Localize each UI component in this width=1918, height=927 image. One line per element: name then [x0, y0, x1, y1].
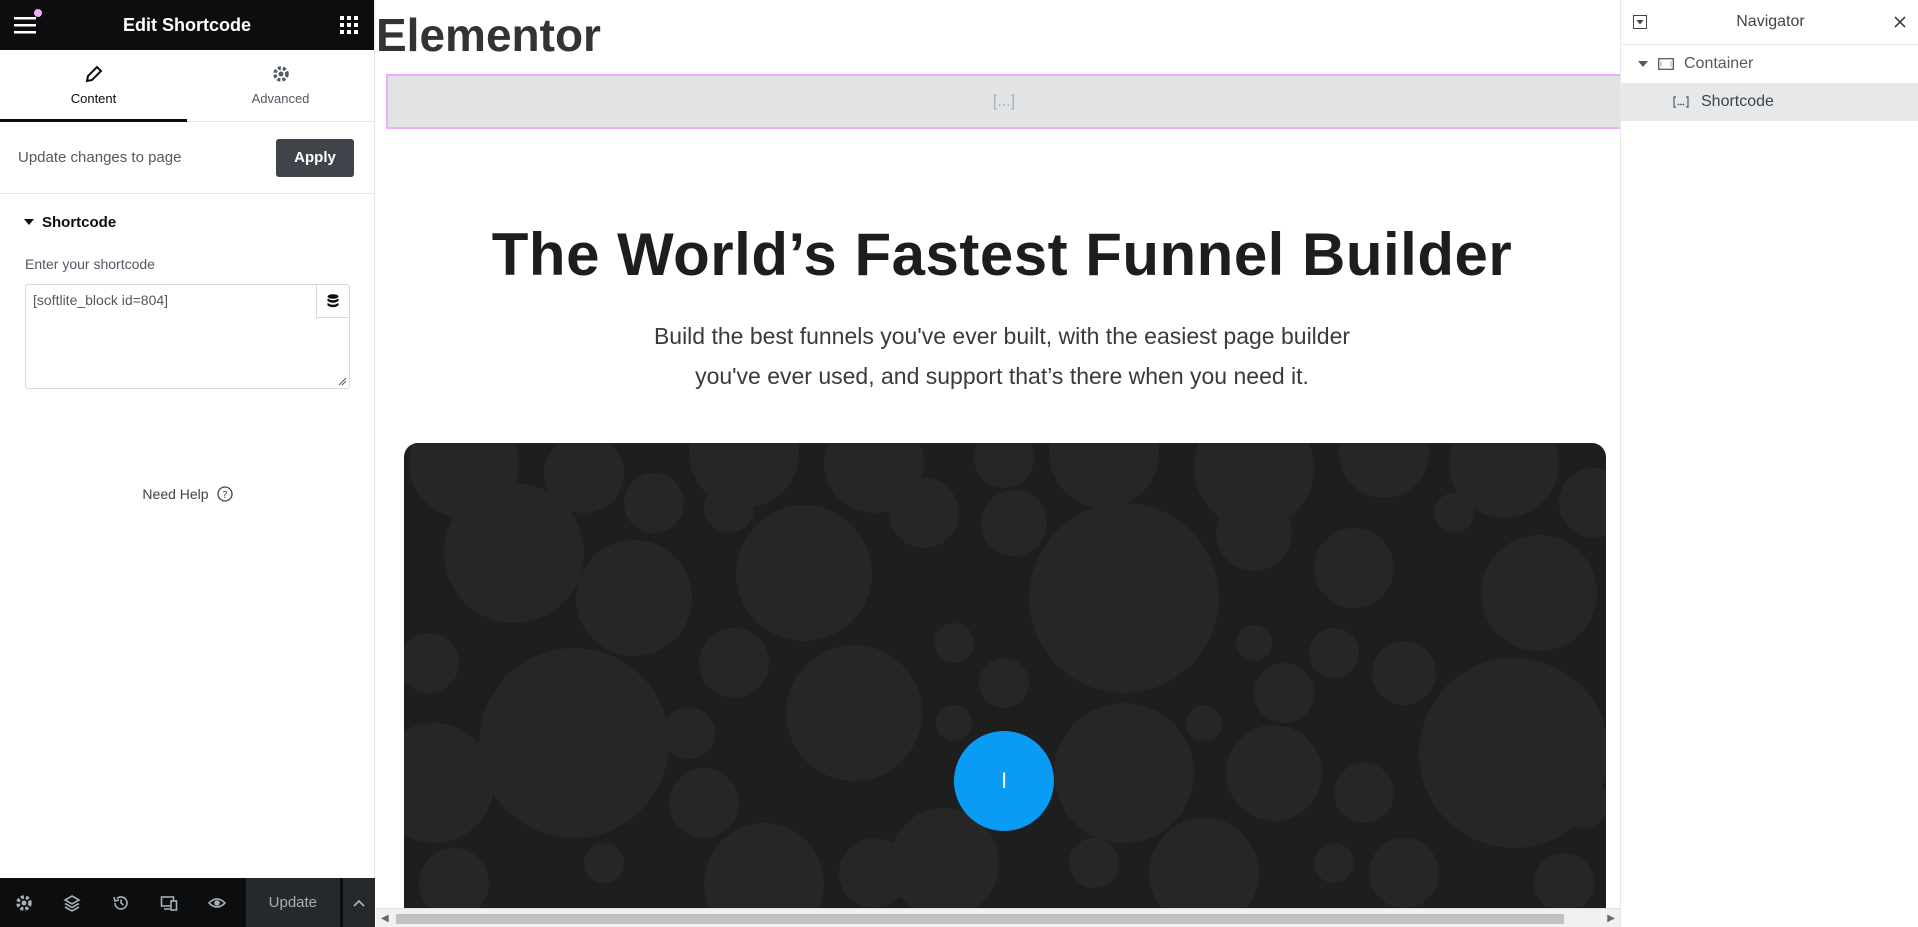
gear-icon — [272, 66, 289, 82]
hamburger-icon — [14, 17, 36, 34]
need-help-link[interactable]: Need Help ? — [0, 486, 375, 502]
panel-footer: Update — [0, 878, 376, 927]
preview-eye-icon — [207, 897, 226, 908]
history-button[interactable] — [96, 878, 144, 927]
caret-down-icon — [24, 219, 34, 225]
dynamic-tags-button[interactable] — [316, 285, 349, 318]
layers-icon — [63, 894, 81, 912]
shortcode-field-label: Enter your shortcode — [25, 256, 155, 272]
close-icon[interactable] — [1894, 16, 1906, 28]
hero-subheading[interactable]: Build the best funnels you've ever built… — [376, 316, 1620, 396]
shortcode-textarea[interactable]: [softlite_block id=804] — [25, 284, 350, 389]
navigator-item-container-label: Container — [1684, 55, 1754, 72]
shortcode-section-toggle[interactable]: Shortcode — [0, 194, 374, 250]
scrollbar-thumb[interactable] — [396, 914, 1564, 924]
widgets-grid-button[interactable] — [336, 12, 362, 38]
collapse-all-icon[interactable] — [1633, 15, 1647, 29]
resize-handle-icon[interactable] — [338, 377, 347, 386]
pencil-icon — [85, 65, 102, 83]
panel-tabs: Content Advanced — [0, 50, 374, 122]
shortcode-value: [softlite_block id=804] — [33, 292, 169, 308]
shortcode-icon — [1673, 96, 1689, 108]
site-title[interactable]: Elementor — [376, 8, 601, 62]
navigator-item-container[interactable]: Container — [1621, 45, 1918, 83]
settings-icon — [16, 894, 32, 911]
chevron-up-icon — [353, 899, 365, 907]
navigator-item-shortcode[interactable]: Shortcode — [1621, 83, 1918, 121]
tab-advanced-label: Advanced — [251, 91, 310, 106]
svg-text:?: ? — [222, 490, 227, 501]
panel-header: Edit Shortcode — [0, 0, 374, 50]
preview-button[interactable] — [193, 878, 241, 927]
apply-row: Update changes to page Apply — [0, 122, 374, 194]
tab-content-label: Content — [70, 91, 117, 106]
video-container[interactable]: I — [404, 443, 1606, 913]
history-icon — [112, 895, 128, 910]
update-options-button[interactable] — [341, 878, 376, 927]
hero-heading[interactable]: The World’s Fastest Funnel Builder — [376, 220, 1620, 289]
navigator-title: Navigator — [1736, 13, 1805, 30]
scroll-right-icon[interactable]: ▶ — [1607, 913, 1615, 924]
editor-panel: Edit Shortcode Content Advanced Update c… — [0, 0, 376, 927]
database-icon — [327, 294, 339, 308]
settings-button[interactable] — [0, 878, 48, 927]
tab-advanced[interactable]: Advanced — [187, 50, 374, 121]
apply-button[interactable]: Apply — [276, 138, 354, 177]
navigator-item-shortcode-label: Shortcode — [1701, 93, 1774, 110]
responsive-button[interactable] — [145, 878, 193, 927]
bubble-pattern — [404, 443, 1606, 913]
section-title: Shortcode — [42, 213, 117, 231]
scroll-left-icon[interactable]: ◀ — [381, 913, 389, 924]
hamburger-menu-button[interactable] — [12, 9, 42, 38]
update-button[interactable]: Update — [246, 878, 340, 927]
hero-sub-line-2: you've ever used, and support that’s the… — [695, 363, 1309, 389]
preview-canvas: Elementor [...] The World’s Fastest Funn… — [376, 0, 1620, 927]
container-icon — [1658, 58, 1674, 70]
help-circle-icon: ? — [216, 486, 233, 502]
hero-sub-line-1: Build the best funnels you've ever built… — [653, 323, 1351, 349]
horizontal-scrollbar[interactable]: ◀ ▶ — [376, 908, 1620, 927]
caret-down-icon[interactable] — [1638, 59, 1648, 69]
notification-dot — [34, 9, 42, 17]
navigator-header: Navigator — [1621, 0, 1918, 45]
panel-title: Edit Shortcode — [122, 14, 251, 35]
need-help-label: Need Help — [142, 486, 209, 502]
responsive-icon — [160, 895, 178, 911]
layers-button[interactable] — [48, 878, 96, 927]
navigator-panel: Navigator Container Shortcode — [1620, 0, 1918, 927]
play-button[interactable]: I — [954, 731, 1054, 831]
tab-content[interactable]: Content — [0, 50, 187, 122]
grid-icon — [339, 16, 358, 34]
apply-message: Update changes to page — [18, 149, 182, 166]
shortcode-widget-placeholder[interactable]: [...] — [386, 74, 1620, 129]
